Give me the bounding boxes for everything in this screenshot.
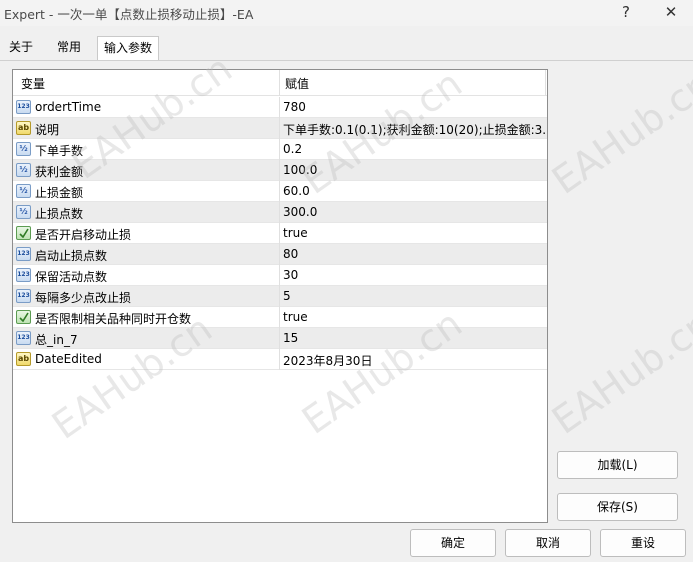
- parameter-grid: 变量 赋值 123 ordertTime 780 ab 说明 下单手数:0.1(0.1);…: [12, 69, 548, 523]
- integer-type-icon: 123: [16, 100, 31, 114]
- parameter-row[interactable]: 是否开启移动止损 true: [13, 223, 547, 244]
- parameter-value[interactable]: true: [283, 310, 545, 324]
- tab-about[interactable]: 关于: [2, 36, 40, 60]
- string-type-icon: ab: [16, 352, 31, 366]
- parameter-row[interactable]: 123 保留活动点数 30: [13, 265, 547, 286]
- tab-common[interactable]: 常用: [48, 36, 90, 60]
- parameter-row[interactable]: 123 总_in_7 15: [13, 328, 547, 349]
- integer-type-icon: 123: [16, 331, 31, 345]
- tab-bar: 关于 常用 输入参数: [0, 36, 693, 61]
- column-divider: [279, 286, 280, 307]
- column-divider: [279, 223, 280, 244]
- parameter-row[interactable]: ½ 止损金额 60.0: [13, 181, 547, 202]
- parameter-row[interactable]: 123 每隔多少点改止损 5: [13, 286, 547, 307]
- integer-type-icon: 123: [16, 268, 31, 282]
- parameter-row[interactable]: ½ 下单手数 0.2: [13, 139, 547, 160]
- double-type-icon: ½: [16, 142, 31, 156]
- parameter-value[interactable]: 下单手数:0.1(0.1);获利金额:10(20);止损金额:3...: [283, 121, 545, 138]
- load-button[interactable]: 加载(L): [557, 451, 678, 479]
- reset-button[interactable]: 重设: [600, 529, 686, 557]
- parameter-name: 每隔多少点改止损: [35, 291, 132, 305]
- column-divider: [279, 328, 280, 349]
- parameter-name: 启动止损点数: [35, 249, 108, 263]
- ok-button[interactable]: 确定: [410, 529, 496, 557]
- parameter-name: 总_in_7: [35, 333, 78, 347]
- cancel-button[interactable]: 取消: [505, 529, 591, 557]
- integer-type-icon: 123: [16, 247, 31, 261]
- column-divider: [279, 307, 280, 328]
- parameter-name: 说明: [35, 123, 60, 137]
- column-divider: [279, 265, 280, 286]
- parameter-value[interactable]: 30: [283, 268, 545, 282]
- double-type-icon: ½: [16, 184, 31, 198]
- parameter-name: 是否限制相关品种同时开仓数: [35, 312, 192, 326]
- title-bar: Expert - 一次一单【点数止损移动止损】-EA ? ✕: [0, 0, 693, 26]
- boolean-type-icon: [16, 226, 31, 240]
- parameter-name: 止损金额: [35, 186, 84, 200]
- parameter-name: ordertTime: [35, 100, 102, 114]
- parameter-name: 保留活动点数: [35, 270, 108, 284]
- parameter-value[interactable]: true: [283, 226, 545, 240]
- parameter-value[interactable]: 0.2: [283, 142, 545, 156]
- parameter-value[interactable]: 780: [283, 100, 545, 114]
- parameter-value[interactable]: 80: [283, 247, 545, 261]
- parameter-value[interactable]: 300.0: [283, 205, 545, 219]
- close-button[interactable]: ✕: [658, 2, 684, 22]
- window-title: Expert - 一次一单【点数止损移动止损】-EA: [4, 7, 254, 22]
- column-divider[interactable]: [279, 70, 280, 96]
- parameter-name: 止损点数: [35, 207, 84, 221]
- parameter-value[interactable]: 5: [283, 289, 545, 303]
- string-type-icon: ab: [16, 121, 31, 135]
- parameter-row[interactable]: ½ 获利金额 100.0: [13, 160, 547, 181]
- parameter-name: DateEdited: [35, 352, 102, 366]
- column-divider[interactable]: [545, 70, 546, 96]
- column-divider: [279, 202, 280, 223]
- double-type-icon: ½: [16, 205, 31, 219]
- parameter-value[interactable]: 15: [283, 331, 545, 345]
- parameter-value[interactable]: 100.0: [283, 163, 545, 177]
- parameter-value[interactable]: 2023年8月30日: [283, 352, 545, 369]
- column-header-name[interactable]: 变量: [21, 75, 45, 92]
- integer-type-icon: 123: [16, 289, 31, 303]
- save-button[interactable]: 保存(S): [557, 493, 678, 521]
- parameter-row[interactable]: 是否限制相关品种同时开仓数 true: [13, 307, 547, 328]
- boolean-type-icon: [16, 310, 31, 324]
- column-divider: [279, 139, 280, 160]
- column-divider: [279, 118, 280, 139]
- parameter-value[interactable]: 60.0: [283, 184, 545, 198]
- help-button[interactable]: ?: [613, 2, 639, 22]
- column-divider: [279, 244, 280, 265]
- column-divider: [279, 160, 280, 181]
- parameter-row[interactable]: 123 ordertTime 780: [13, 97, 547, 118]
- column-divider: [279, 97, 280, 118]
- column-divider: [279, 181, 280, 202]
- parameter-row[interactable]: 123 启动止损点数 80: [13, 244, 547, 265]
- column-divider: [279, 349, 280, 370]
- grid-header: 变量 赋值: [13, 70, 547, 96]
- parameter-name: 下单手数: [35, 144, 84, 158]
- parameter-row[interactable]: ½ 止损点数 300.0: [13, 202, 547, 223]
- parameter-row[interactable]: ab 说明 下单手数:0.1(0.1);获利金额:10(20);止损金额:3...: [13, 118, 547, 139]
- parameter-name: 获利金额: [35, 165, 84, 179]
- column-header-value[interactable]: 赋值: [285, 75, 309, 92]
- tab-inputs[interactable]: 输入参数: [97, 36, 159, 61]
- parameter-name: 是否开启移动止损: [35, 228, 132, 242]
- double-type-icon: ½: [16, 163, 31, 177]
- parameter-row[interactable]: ab DateEdited 2023年8月30日: [13, 349, 547, 370]
